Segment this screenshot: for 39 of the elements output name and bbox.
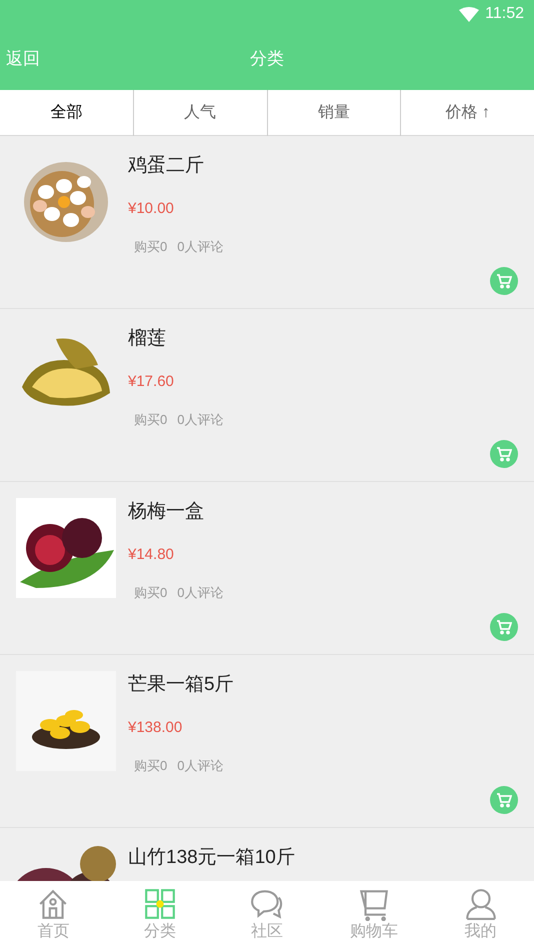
purchase-count: 购买0 (134, 584, 168, 602)
sort-tab[interactable]: 销量 (266, 90, 400, 136)
product-card[interactable]: 芒果一箱5斤 ¥138.00 购买0 0人评论 (0, 655, 534, 828)
review-count: 0人评论 (177, 756, 224, 774)
add-to-cart-button[interactable] (490, 786, 518, 814)
page-title: 分类 (250, 48, 284, 70)
product-name: 杨梅一盒 (128, 500, 205, 524)
purchase-count: 购买0 (134, 410, 168, 428)
review-count: 0人评论 (177, 584, 224, 602)
review-count: 0人评论 (177, 410, 224, 428)
product-name: 鸡蛋二斤 (128, 154, 205, 178)
product-price: ¥10.00 (128, 199, 175, 219)
product-card[interactable]: 杨梅一盒 ¥14.80 购买0 0人评论 (0, 482, 534, 655)
cart-icon (496, 446, 512, 462)
product-card[interactable]: 鸡蛋二斤 ¥10.00 购买0 0人评论 (0, 136, 534, 309)
product-price: ¥14.80 (128, 545, 175, 565)
product-name: 榴莲 (128, 327, 167, 351)
community-icon (250, 887, 284, 921)
status-time: 11:52 (485, 4, 524, 24)
product-name: 芒果一箱5斤 (128, 673, 234, 697)
add-to-cart-button[interactable] (490, 267, 518, 295)
category-icon (143, 887, 178, 921)
review-count: 0人评论 (177, 238, 224, 256)
cart-icon (496, 792, 512, 808)
wifi-icon (459, 6, 480, 22)
cart-icon (496, 619, 512, 635)
product-price: ¥138.00 (128, 718, 184, 738)
add-to-cart-button[interactable] (490, 613, 518, 641)
purchase-count: 购买0 (134, 756, 168, 774)
product-card[interactable]: 榴莲 ¥17.60 购买0 0人评论 (0, 309, 534, 482)
product-name: 山竹138元一箱10斤 (128, 846, 295, 870)
product-price: ¥17.60 (128, 372, 175, 392)
cart-icon (496, 273, 512, 289)
add-to-cart-button[interactable] (490, 440, 518, 468)
sort-tab[interactable]: 价格 ↑ (400, 90, 534, 136)
sort-tab[interactable]: 人气 (132, 90, 266, 136)
profile-icon (464, 887, 498, 921)
sort-tab[interactable]: 全部 (0, 90, 133, 136)
purchase-count: 购买0 (134, 238, 168, 256)
